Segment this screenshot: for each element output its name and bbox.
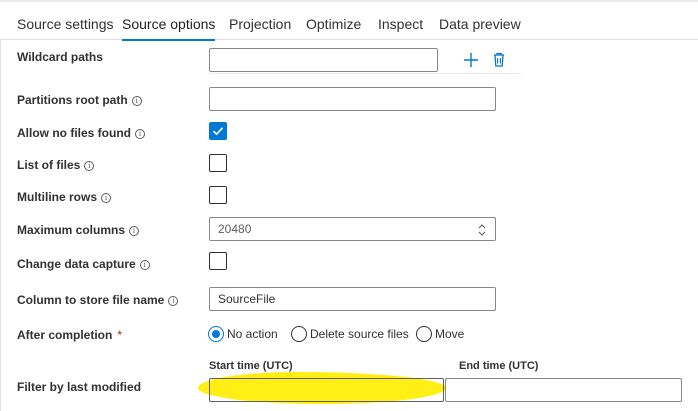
required-mark: * — [117, 328, 123, 342]
tab-optimize[interactable]: Optimize — [306, 0, 361, 40]
wildcard-paths-input[interactable] — [209, 48, 438, 72]
active-tab-indicator — [122, 39, 216, 41]
list-of-files-text: List of files — [17, 158, 81, 172]
info-icon[interactable]: i — [139, 260, 150, 270]
info-icon[interactable]: i — [101, 193, 112, 203]
change-data-capture-text: Change data capture — [17, 257, 136, 271]
change-data-capture-label: Change data capture i — [17, 257, 150, 271]
multiline-rows-text: Multiline rows — [17, 190, 98, 204]
allow-no-files-found-checkbox[interactable] — [209, 122, 227, 140]
end-time-label: End time (UTC) — [459, 360, 539, 372]
after-completion-label: After completion * — [17, 328, 122, 342]
maximum-columns-label: Maximum columns i — [17, 223, 140, 237]
info-icon[interactable]: i — [168, 296, 179, 306]
allow-no-files-found-label: Allow no files found i — [17, 126, 145, 140]
multiline-rows-checkbox[interactable] — [209, 186, 227, 204]
column-to-store-file-name-label: Column to store file name i — [17, 293, 179, 307]
maximum-columns-text: Maximum columns — [17, 223, 126, 237]
allow-no-files-found-text: Allow no files found — [17, 126, 131, 140]
radio-button[interactable] — [416, 326, 432, 342]
partitions-root-path-input[interactable] — [209, 87, 496, 111]
partitions-root-path-label: Partitions root path i — [17, 93, 142, 107]
tab-source-options[interactable]: Source options — [122, 0, 216, 41]
start-time-input[interactable] — [209, 378, 444, 402]
partitions-root-path-text: Partitions root path — [17, 93, 128, 107]
maximum-columns-stepper[interactable]: 20480 — [209, 217, 496, 241]
tab-data-preview[interactable]: Data preview — [439, 0, 521, 40]
radio-label: Move — [435, 327, 465, 341]
maximum-columns-value: 20480 — [218, 222, 252, 236]
trash-icon[interactable] — [489, 50, 509, 70]
tab-bar: Source settings Source options Projectio… — [0, 0, 698, 41]
filter-by-last-modified-label: Filter by last modified — [17, 380, 142, 394]
tab-source-settings[interactable]: Source settings — [17, 0, 114, 40]
tab-inspect[interactable]: Inspect — [378, 0, 423, 40]
info-icon[interactable]: i — [131, 96, 142, 106]
info-icon[interactable]: i — [84, 161, 95, 171]
column-to-store-file-name-text: Column to store file name — [17, 293, 165, 307]
info-icon[interactable]: i — [129, 226, 140, 236]
change-data-capture-checkbox[interactable] — [209, 252, 227, 270]
radio-button[interactable] — [208, 326, 224, 342]
info-icon[interactable]: i — [135, 129, 145, 139]
list-of-files-label: List of files i — [17, 158, 95, 172]
tab-source-options-label: Source options — [122, 16, 216, 32]
column-to-store-file-name-input[interactable]: SourceFile — [209, 287, 496, 311]
multiline-rows-label: Multiline rows i — [17, 190, 112, 204]
radio-label: Delete source files — [310, 327, 409, 341]
start-time-label: Start time (UTC) — [209, 360, 293, 372]
plus-icon[interactable] — [461, 50, 481, 70]
end-time-input[interactable] — [445, 378, 682, 402]
tab-projection[interactable]: Projection — [229, 0, 291, 40]
wildcard-paths-label: Wildcard paths — [17, 50, 103, 64]
list-of-files-checkbox[interactable] — [209, 154, 227, 172]
after-completion-text: After completion — [17, 328, 113, 342]
radio-label: No action — [227, 327, 278, 341]
radio-button[interactable] — [291, 326, 307, 342]
left-divider — [0, 40, 1, 411]
chevron-updown-icon[interactable] — [477, 222, 487, 236]
wildcard-divider — [209, 73, 521, 74]
